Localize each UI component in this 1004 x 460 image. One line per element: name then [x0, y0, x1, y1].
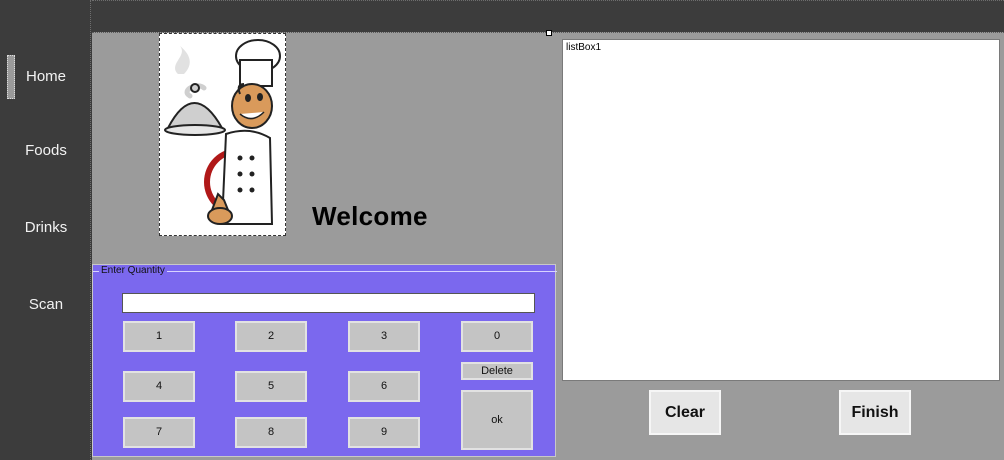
resize-handle[interactable] — [546, 30, 552, 36]
quantity-input[interactable] — [122, 293, 535, 313]
sidebar-item-foods[interactable]: Foods — [0, 134, 92, 168]
key-6-button[interactable]: 6 — [348, 371, 420, 402]
enter-quantity-group: Enter Quantity 1 2 3 0 4 5 6 Delete 7 8 … — [92, 264, 557, 457]
key-3-button[interactable]: 3 — [348, 321, 420, 352]
top-bar — [92, 0, 1004, 32]
chef-image — [159, 33, 286, 236]
group-legend: Enter Quantity — [99, 265, 167, 277]
chef-illustration — [164, 39, 281, 225]
listbox-placeholder-text: listBox1 — [566, 42, 602, 53]
main-panel: Welcome Enter Quantity 1 2 3 0 4 5 6 Del… — [92, 30, 1004, 460]
key-5-button[interactable]: 5 — [235, 371, 307, 402]
key-0-button[interactable]: 0 — [461, 321, 533, 352]
app-window: Home Foods Drinks Scan Welcome Enter Qua… — [0, 0, 1004, 460]
key-2-button[interactable]: 2 — [235, 321, 307, 352]
ok-button[interactable]: ok — [461, 390, 533, 450]
welcome-heading: Welcome — [312, 201, 428, 231]
key-4-button[interactable]: 4 — [123, 371, 195, 402]
key-1-button[interactable]: 1 — [123, 321, 195, 352]
key-9-button[interactable]: 9 — [348, 417, 420, 448]
delete-button[interactable]: Delete — [461, 362, 533, 380]
sidebar-item-scan[interactable]: Scan — [0, 288, 92, 322]
sidebar-item-drinks[interactable]: Drinks — [0, 211, 92, 245]
key-8-button[interactable]: 8 — [235, 417, 307, 448]
order-listbox[interactable]: listBox1 — [562, 39, 1000, 381]
key-7-button[interactable]: 7 — [123, 417, 195, 448]
sidebar: Home Foods Drinks Scan — [0, 0, 92, 460]
finish-button[interactable]: Finish — [839, 390, 911, 435]
sidebar-item-home[interactable]: Home — [0, 60, 92, 94]
clear-button[interactable]: Clear — [649, 390, 721, 435]
